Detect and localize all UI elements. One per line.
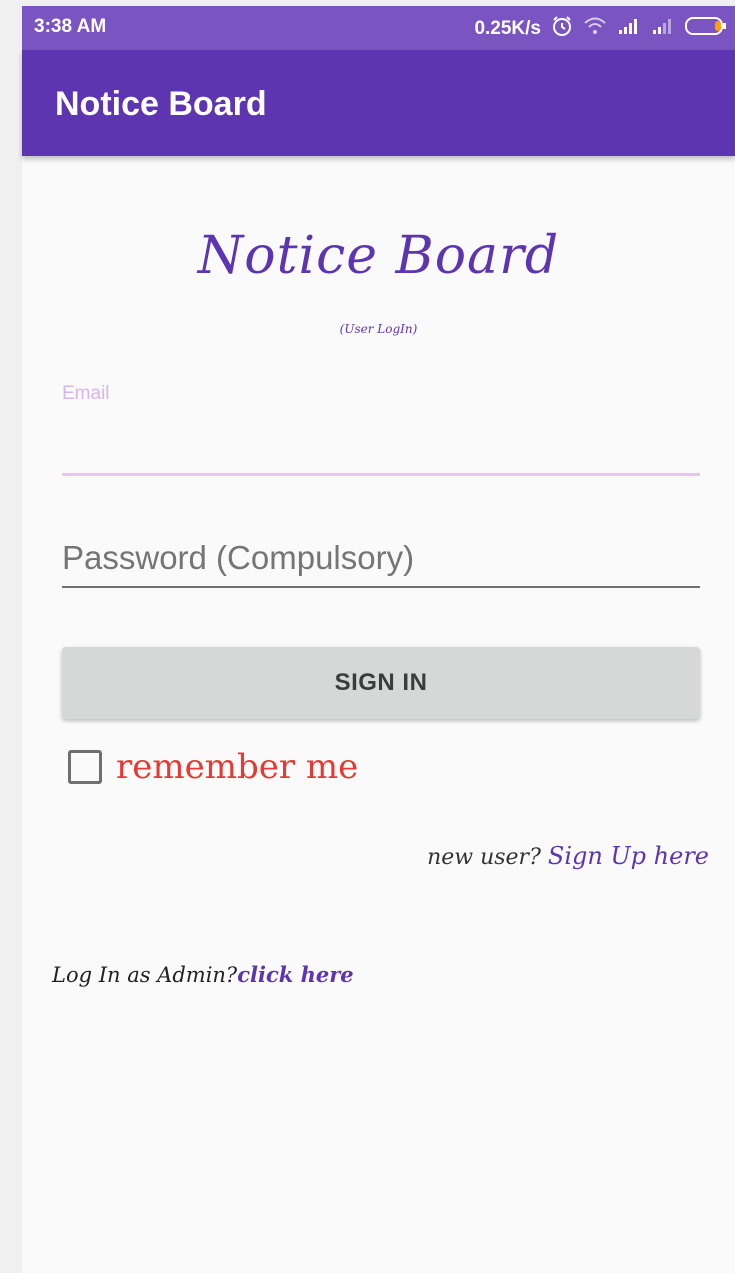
email-label: Email [62, 383, 110, 404]
signal-icon [617, 17, 641, 40]
logo-subtitle: (User LogIn) [339, 322, 418, 336]
admin-login-link[interactable]: click here [237, 962, 353, 987]
sign-up-link[interactable]: Sign Up here [548, 842, 709, 870]
app-screen: 3:38 AM 0.25K/s Notice Board Notice Boar… [22, 6, 735, 1273]
remember-me-checkbox[interactable] [68, 750, 102, 784]
app-title: Notice Board [55, 85, 267, 123]
battery-icon [685, 16, 727, 41]
status-icons: 0.25K/s [474, 15, 727, 42]
alarm-icon [551, 15, 573, 42]
remember-me[interactable]: remember me [68, 747, 358, 787]
signup-prompt: new user? Sign Up here [427, 842, 709, 870]
password-field[interactable] [62, 526, 700, 588]
logo-title: Notice Board [197, 226, 560, 286]
new-user-text: new user? [427, 845, 541, 870]
admin-login-prompt: Log In as Admin?click here [52, 962, 354, 987]
wifi-icon [583, 16, 607, 41]
email-field[interactable] [62, 406, 700, 476]
net-speed: 0.25K/s [474, 17, 541, 39]
admin-login-text: Log In as Admin? [52, 963, 238, 987]
sign-in-button[interactable]: SIGN IN [62, 647, 700, 719]
remember-me-label[interactable]: remember me [116, 747, 358, 787]
status-bar: 3:38 AM 0.25K/s [22, 6, 735, 50]
status-time: 3:38 AM [34, 16, 107, 37]
signal-icon [651, 17, 675, 40]
app-bar: Notice Board [22, 50, 735, 156]
